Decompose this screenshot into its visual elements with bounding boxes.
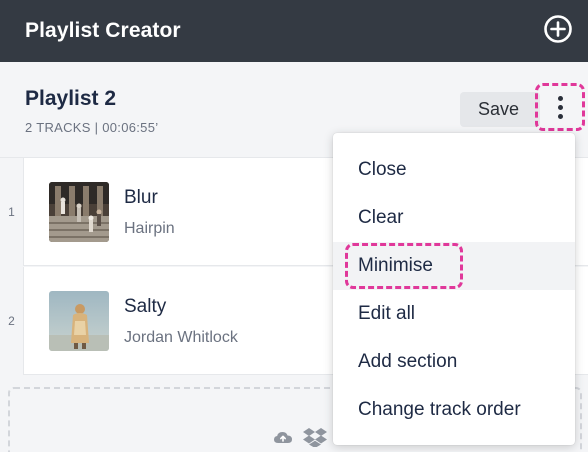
track-artist: Hairpin — [124, 220, 175, 237]
app-header: Playlist Creator — [0, 0, 588, 62]
track-number: 2 — [0, 267, 24, 375]
track-number: 1 — [0, 158, 24, 266]
menu-item-minimise[interactable]: Minimise — [333, 242, 575, 290]
more-vertical-icon — [557, 95, 563, 101]
menu-item-add-section[interactable]: Add section — [333, 338, 575, 386]
dropbox-icon[interactable] — [303, 427, 327, 447]
menu-item-edit-all[interactable]: Edit all — [333, 290, 575, 338]
album-art — [49, 182, 109, 242]
album-art — [49, 291, 109, 351]
upload-icons — [273, 427, 327, 447]
cloud-upload-icon[interactable] — [273, 429, 293, 445]
plus-circle-icon — [544, 15, 572, 43]
menu-item-change-track-order[interactable]: Change track order — [333, 386, 575, 434]
track-artist: Jordan Whitlock — [124, 329, 238, 346]
app-title: Playlist Creator — [25, 19, 181, 42]
more-options-button[interactable] — [535, 83, 585, 131]
add-playlist-button[interactable] — [542, 13, 574, 45]
menu-item-clear[interactable]: Clear — [333, 194, 575, 242]
track-title: Salty — [124, 296, 167, 317]
playlist-meta: 2 TRACKS | 00:06:55’ — [25, 120, 159, 135]
menu-item-close[interactable]: Close — [333, 146, 575, 194]
more-options-menu: Close Clear Minimise Edit all Add sectio… — [333, 133, 575, 445]
save-button[interactable]: Save — [460, 92, 540, 127]
playlist-name: Playlist 2 — [25, 87, 117, 110]
track-title: Blur — [124, 187, 158, 208]
